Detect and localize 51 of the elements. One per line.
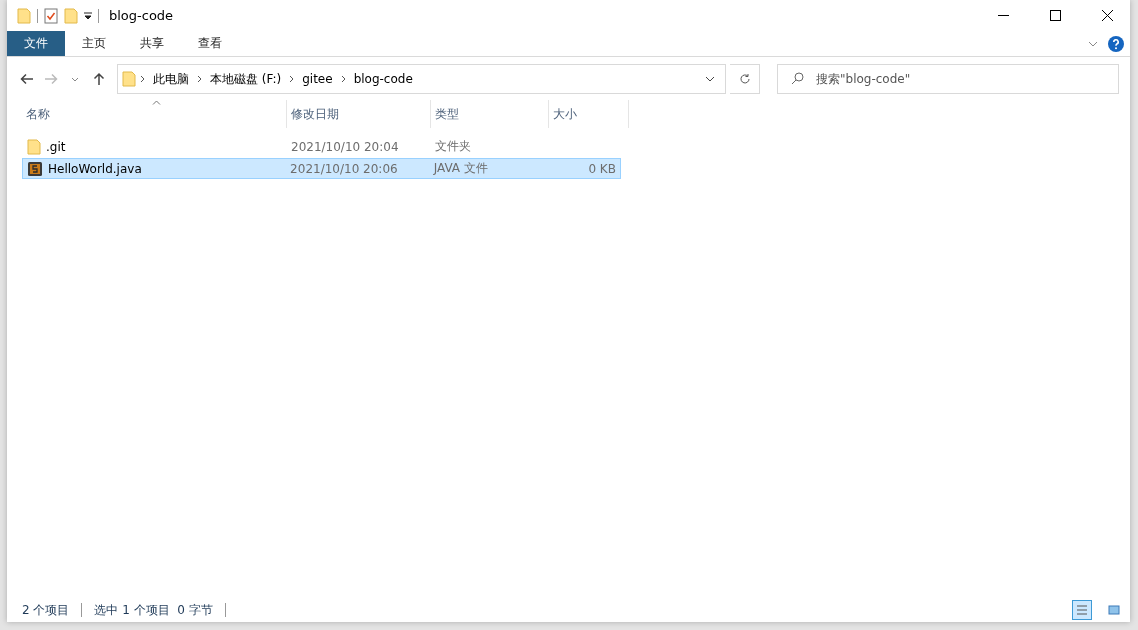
breadcrumb-item[interactable]: 本地磁盘 (F:)	[206, 70, 286, 88]
file-row[interactable]: .git 2021/10/10 20:04 文件夹	[22, 136, 621, 157]
file-type: 文件夹	[434, 138, 472, 155]
sort-ascending-icon	[152, 100, 161, 105]
ribbon-tab[interactable]: 查看	[181, 31, 239, 56]
modified-date: 2021/10/10 20:06	[289, 161, 399, 176]
folder-icon	[27, 138, 41, 155]
minimize-icon	[997, 14, 1009, 17]
chevron-down-icon	[71, 76, 79, 82]
refresh-button[interactable]	[730, 64, 760, 94]
search-icon	[791, 72, 804, 85]
chevron-right-icon[interactable]	[140, 75, 145, 83]
chevron-down-icon[interactable]	[705, 76, 715, 82]
item-count: 2 个项目	[22, 601, 70, 619]
breadcrumb-item[interactable]: blog-code	[349, 72, 417, 86]
column-header[interactable]: 大小	[549, 100, 629, 128]
close-icon	[1101, 10, 1113, 21]
address-bar[interactable]: 此电脑 本地磁盘 (F:) gitee blog-code	[117, 64, 726, 94]
breadcrumb-item[interactable]: 此电脑	[149, 70, 193, 88]
maximize-icon	[1049, 10, 1061, 21]
refresh-icon	[738, 73, 751, 85]
chevron-right-icon[interactable]	[289, 75, 295, 83]
ribbon-tab[interactable]: 主页	[65, 31, 123, 56]
modified-date: 2021/10/10 20:04	[290, 139, 400, 154]
image-icon	[1108, 604, 1120, 616]
help-icon[interactable]	[1108, 35, 1124, 52]
folder-icon	[122, 71, 136, 87]
list-icon	[1076, 604, 1088, 616]
file-size: 0 KB	[587, 161, 617, 176]
file-row[interactable]: HelloWorld.java 2021/10/10 20:06 JAVA 文件 0 KB	[22, 158, 621, 179]
arrow-left-icon	[20, 73, 34, 85]
chevron-right-icon[interactable]	[197, 75, 202, 83]
file-icon	[27, 160, 43, 177]
arrow-up-icon	[93, 72, 105, 86]
chevron-right-icon[interactable]	[340, 75, 346, 83]
arrow-right-icon	[44, 73, 58, 85]
details-view-button[interactable]	[1072, 600, 1092, 620]
ribbon-tab[interactable]: 文件	[7, 31, 65, 56]
properties-icon[interactable]	[44, 7, 58, 24]
ribbon-tab[interactable]: 共享	[123, 31, 181, 56]
column-header[interactable]: 类型	[431, 100, 549, 128]
search-field[interactable]: 搜索"blog-code"	[777, 64, 1119, 94]
column-header[interactable]: 修改日期	[287, 100, 431, 128]
file-name: HelloWorld.java	[48, 161, 142, 176]
file-type: JAVA 文件	[432, 160, 489, 177]
selection-info: 选中 1 个项目 0 字节	[94, 601, 213, 619]
column-header[interactable]: 名称	[22, 100, 287, 128]
dropdown-icon[interactable]	[84, 11, 92, 20]
file-name: .git	[46, 139, 66, 154]
window-title: blog-code	[109, 8, 175, 23]
breadcrumb-item[interactable]: gitee	[298, 72, 337, 86]
